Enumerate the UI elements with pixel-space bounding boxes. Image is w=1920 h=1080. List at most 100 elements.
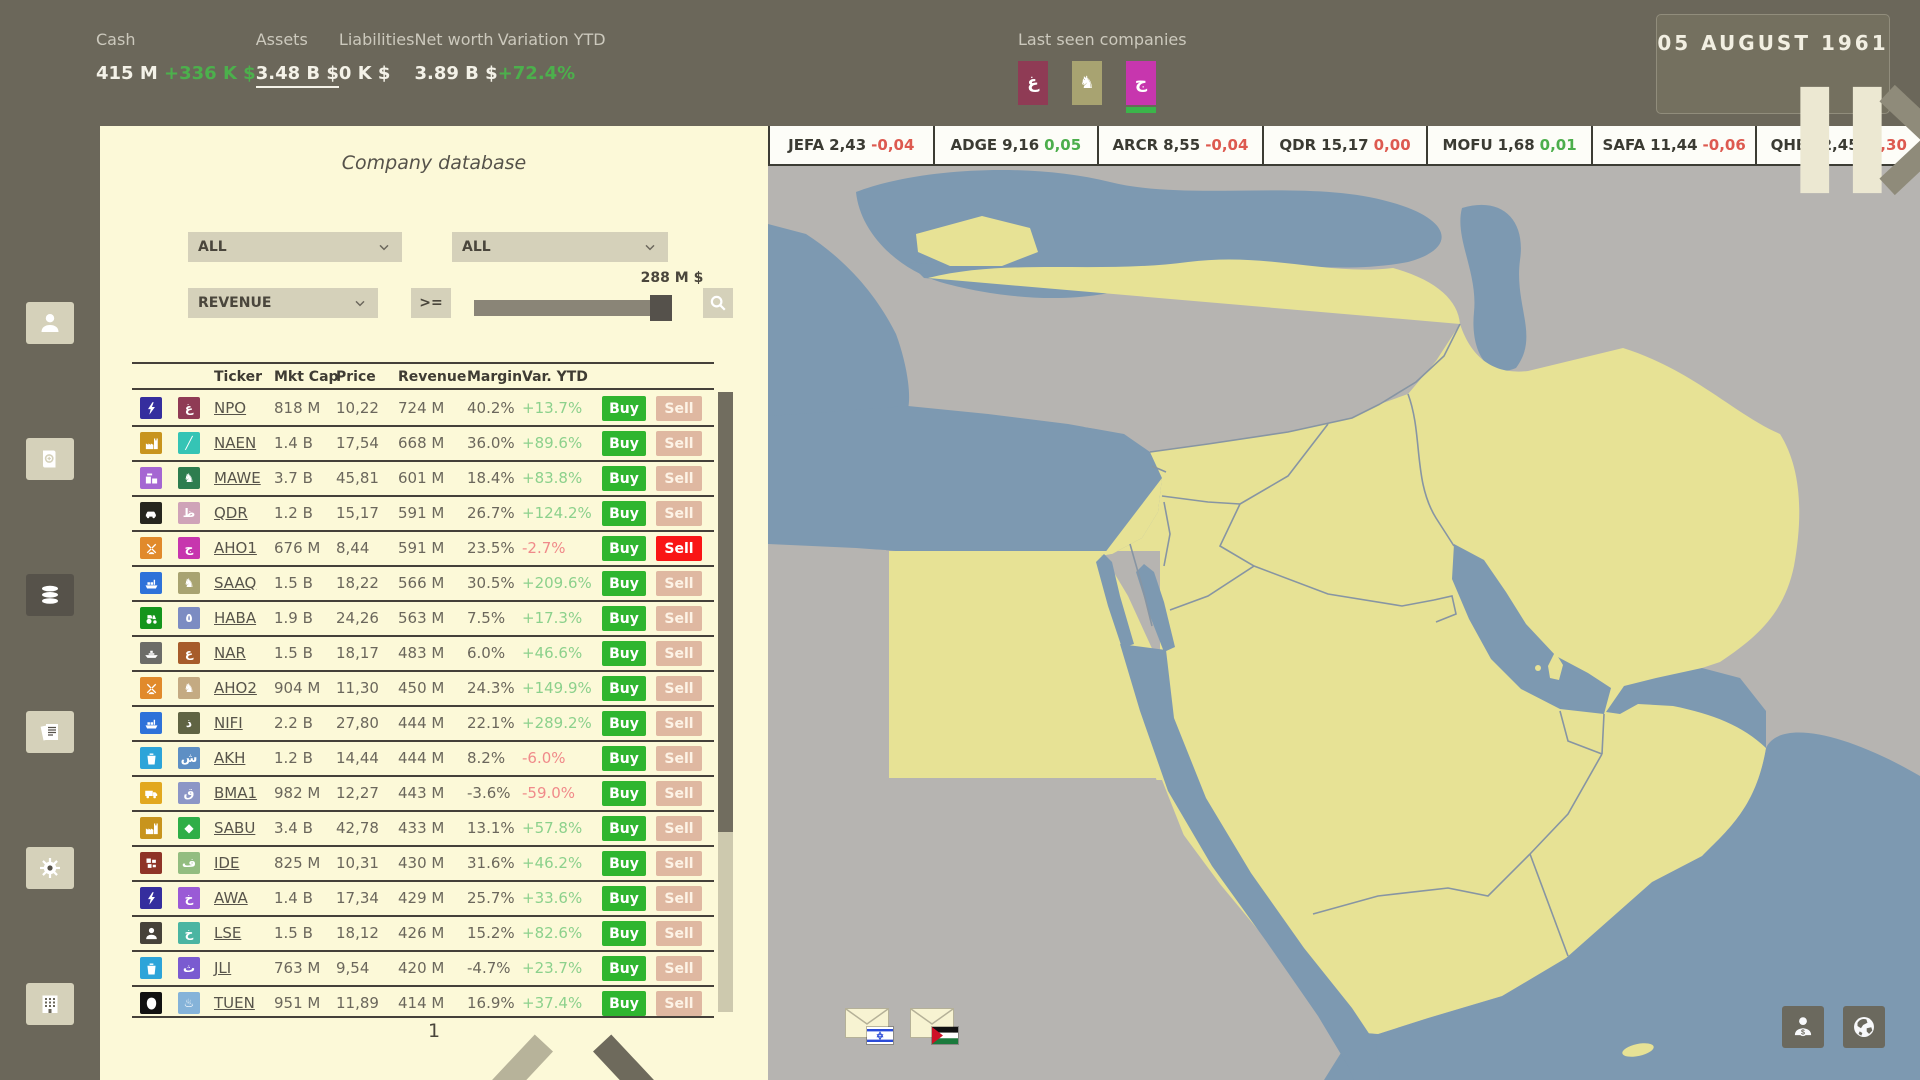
buy-button[interactable]: Buy (602, 396, 646, 421)
industry-filter-dropdown[interactable]: ALL (188, 232, 402, 262)
buy-button[interactable]: Buy (602, 571, 646, 596)
last-seen-label: Last seen companies (1018, 30, 1187, 49)
sell-button[interactable]: Sell (656, 641, 702, 666)
last-seen-company-3[interactable]: ج (1126, 61, 1156, 105)
buy-button[interactable]: Buy (602, 746, 646, 771)
sell-button[interactable]: Sell (656, 396, 702, 421)
ticker-quote[interactable]: JEFA 2,43 -0,04 (770, 126, 933, 164)
ticker-link[interactable]: HABA (214, 609, 256, 627)
fast-forward-button[interactable] (1827, 65, 1855, 93)
sidebar-icon (38, 583, 62, 607)
metric-filter-dropdown[interactable]: REVENUE (188, 288, 378, 318)
ticker-quote[interactable]: MOFU 1,68 0,01 (1428, 126, 1591, 164)
middle-east-map[interactable] (768, 166, 1920, 1080)
comparison-operator-button[interactable]: >= (411, 288, 451, 318)
trade-agent-button[interactable] (1782, 1006, 1824, 1048)
sell-button[interactable]: Sell (656, 816, 702, 841)
buy-button[interactable]: Buy (602, 676, 646, 701)
world-view-button[interactable] (1843, 1006, 1885, 1048)
sell-button[interactable]: Sell (656, 536, 702, 561)
var-ytd-cell: +17.3% (522, 609, 582, 627)
buy-button[interactable]: Buy (602, 921, 646, 946)
ticker-link[interactable]: QDR (214, 504, 248, 522)
sell-button[interactable]: Sell (656, 466, 702, 491)
buy-button[interactable]: Buy (602, 781, 646, 806)
sector-icon (140, 397, 162, 419)
ticker-link[interactable]: SABU (214, 819, 255, 837)
mail-jordan[interactable] (910, 1008, 954, 1038)
next-page-button[interactable] (474, 1018, 496, 1044)
slider-handle[interactable] (650, 295, 672, 321)
country-icon: خ (178, 887, 200, 909)
revenue-cell: 444 M (398, 749, 444, 767)
revenue-cell: 420 M (398, 959, 444, 977)
sidebar-item-companies[interactable] (26, 983, 74, 1025)
sell-button[interactable]: Sell (656, 746, 702, 771)
sidebar-item-ledger[interactable] (26, 438, 74, 480)
play-button[interactable] (1759, 65, 1787, 93)
buy-button[interactable]: Buy (602, 851, 646, 876)
var-ytd-cell: +46.2% (522, 854, 582, 872)
sell-button[interactable]: Sell (656, 431, 702, 456)
price-cell: 24,26 (336, 609, 379, 627)
buy-button[interactable]: Buy (602, 641, 646, 666)
sell-button[interactable]: Sell (656, 676, 702, 701)
scrollbar-thumb[interactable] (718, 392, 733, 832)
revenue-threshold-slider[interactable] (474, 300, 672, 316)
margin-cell: 15.2% (467, 924, 515, 942)
ticker-link[interactable]: AWA (214, 889, 248, 907)
sidebar-item-settings[interactable] (26, 847, 74, 889)
table-row: ش AKH 1.2 B 14,44 444 M 8.2% -6.0% Buy S… (132, 742, 714, 777)
sell-button[interactable]: Sell (656, 991, 702, 1016)
table-scrollbar[interactable] (718, 392, 733, 1012)
ticker-link[interactable]: AHO2 (214, 679, 257, 697)
ticker-link[interactable]: AKH (214, 749, 245, 767)
buy-button[interactable]: Buy (602, 466, 646, 491)
bahrain-island[interactable] (1535, 665, 1541, 671)
prev-page-button[interactable] (372, 1018, 394, 1044)
ticker-link[interactable]: SAAQ (214, 574, 256, 592)
last-seen-company-1[interactable]: غ (1018, 61, 1048, 105)
buy-button[interactable]: Buy (602, 956, 646, 981)
table-row: خ AWA 1.4 B 17,34 429 M 25.7% +33.6% Buy… (132, 882, 714, 917)
buy-button[interactable]: Buy (602, 711, 646, 736)
ticker-quote[interactable]: ARCR 8,55 -0,04 (1099, 126, 1262, 164)
ticker-quote[interactable]: QDR 15,17 0,00 (1264, 126, 1427, 164)
ticker-link[interactable]: LSE (214, 924, 241, 942)
sell-button[interactable]: Sell (656, 851, 702, 876)
ticker-link[interactable]: NPO (214, 399, 246, 417)
buy-button[interactable]: Buy (602, 536, 646, 561)
ticker-link[interactable]: MAWE (214, 469, 261, 487)
sell-button[interactable]: Sell (656, 886, 702, 911)
sell-button[interactable]: Sell (656, 956, 702, 981)
sell-button[interactable]: Sell (656, 781, 702, 806)
search-button[interactable] (703, 288, 733, 318)
sell-button[interactable]: Sell (656, 571, 702, 596)
buy-button[interactable]: Buy (602, 991, 646, 1016)
pause-button[interactable] (1691, 65, 1719, 93)
ticker-link[interactable]: TUEN (214, 994, 255, 1012)
mail-israel[interactable] (845, 1008, 889, 1038)
sell-button[interactable]: Sell (656, 501, 702, 526)
last-seen-company-2[interactable]: ♞ (1072, 61, 1102, 105)
ticker-quote[interactable]: ADGE 9,16 0,05 (935, 126, 1098, 164)
buy-button[interactable]: Buy (602, 431, 646, 456)
ticker-link[interactable]: NIFI (214, 714, 243, 732)
sidebar-item-profile[interactable] (26, 302, 74, 344)
buy-button[interactable]: Buy (602, 606, 646, 631)
sidebar-item-company-database[interactable] (26, 574, 74, 616)
sell-button[interactable]: Sell (656, 921, 702, 946)
ticker-link[interactable]: NAR (214, 644, 246, 662)
country-filter-dropdown[interactable]: ALL (452, 232, 668, 262)
sidebar-item-news[interactable] (26, 711, 74, 753)
buy-button[interactable]: Buy (602, 501, 646, 526)
ticker-link[interactable]: BMA1 (214, 784, 257, 802)
sell-button[interactable]: Sell (656, 711, 702, 736)
ticker-link[interactable]: NAEN (214, 434, 256, 452)
sell-button[interactable]: Sell (656, 606, 702, 631)
buy-button[interactable]: Buy (602, 886, 646, 911)
ticker-link[interactable]: IDE (214, 854, 239, 872)
buy-button[interactable]: Buy (602, 816, 646, 841)
ticker-link[interactable]: AHO1 (214, 539, 257, 557)
ticker-link[interactable]: JLI (214, 959, 231, 977)
